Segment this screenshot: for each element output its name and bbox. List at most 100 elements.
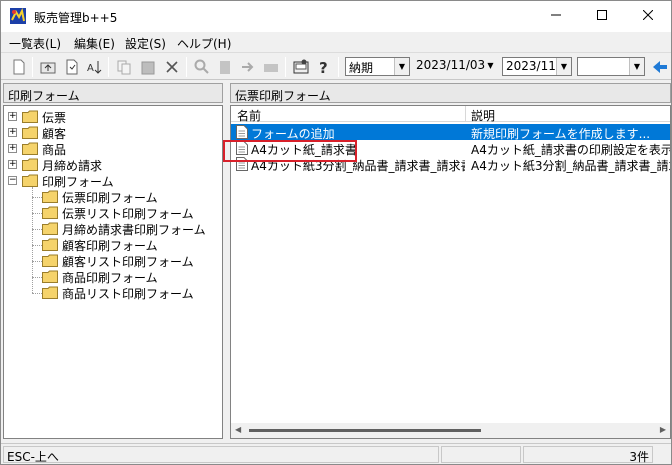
- horizontal-scrollbar[interactable]: ◀ ▶: [231, 423, 670, 438]
- title-bar[interactable]: 販売管理b++5: [1, 1, 671, 32]
- back-arrow-icon[interactable]: [651, 58, 669, 76]
- arrow-right-icon[interactable]: [239, 58, 257, 76]
- toolbar-separator: [186, 57, 187, 77]
- folder-icon: [22, 158, 38, 171]
- left-pane-header: 印刷フォーム: [3, 83, 223, 103]
- minimize-button[interactable]: [533, 1, 579, 32]
- highlight-annotation: [223, 140, 357, 162]
- column-header-description[interactable]: 説明: [471, 107, 495, 124]
- toolbar-separator: [108, 57, 109, 77]
- folder-icon: [42, 286, 58, 299]
- date-field-select[interactable]: 納期 ▼: [345, 57, 410, 76]
- scrollbar-thumb[interactable]: [249, 429, 481, 432]
- folder-up-icon[interactable]: [39, 58, 57, 76]
- close-button[interactable]: [625, 1, 671, 32]
- column-divider[interactable]: [465, 106, 466, 122]
- scroll-left-icon[interactable]: ◀: [235, 425, 241, 434]
- folder-icon: [22, 110, 38, 123]
- menu-settings[interactable]: 設定(S): [125, 35, 166, 52]
- tree-item-label: 印刷フォーム: [42, 175, 114, 189]
- toolbar-separator: [285, 57, 286, 77]
- search-icon[interactable]: [193, 58, 211, 76]
- date-select[interactable]: 2023/11/03 ▼: [413, 57, 498, 76]
- tree-item-label: 顧客: [42, 127, 67, 141]
- right-pane-header: 伝票印刷フォーム: [230, 83, 671, 103]
- status-hint: ESC-上へ: [3, 446, 439, 464]
- tree-connector: [32, 213, 42, 214]
- collapse-icon[interactable]: −: [8, 176, 17, 185]
- print-icon[interactable]: [262, 58, 280, 76]
- tree-item-label: 商品: [42, 143, 67, 157]
- tree-connector: [32, 187, 33, 293]
- menu-help[interactable]: ヘルプ(H): [177, 35, 231, 52]
- paste-icon[interactable]: [139, 58, 157, 76]
- month-value: 2023/11: [506, 59, 556, 73]
- scroll-right-icon[interactable]: ▶: [660, 425, 666, 434]
- list-header: 名前 説明: [231, 106, 670, 124]
- delete-icon[interactable]: [163, 58, 181, 76]
- folder-icon: [42, 254, 58, 267]
- close-icon: [642, 9, 654, 21]
- tree-item-label: 伝票: [42, 111, 67, 125]
- status-count: 3件: [523, 446, 653, 464]
- tree-item-label: 顧客リスト印刷フォーム: [62, 255, 194, 269]
- date-field-value: 納期: [349, 61, 374, 75]
- expand-icon[interactable]: +: [8, 160, 17, 169]
- folder-tree[interactable]: + 伝票 + 顧客 + 商品 + 月締め請求 − 印刷フォーム 伝票印刷フォーム 伝票リスト印刷フォー…: [3, 105, 223, 439]
- toolbar-separator: [338, 57, 339, 77]
- filter-select[interactable]: ▼: [577, 57, 645, 76]
- status-empty: [441, 446, 521, 463]
- expand-icon[interactable]: +: [8, 112, 17, 121]
- svg-text:A: A: [87, 63, 94, 74]
- tree-connector: [32, 277, 42, 278]
- expand-icon[interactable]: +: [8, 144, 17, 153]
- expand-icon[interactable]: +: [8, 128, 17, 137]
- tree-connector: [32, 245, 42, 246]
- chevron-down-icon[interactable]: ▼: [556, 58, 571, 75]
- copy-icon[interactable]: [115, 58, 133, 76]
- tree-connector: [32, 261, 42, 262]
- menu-edit[interactable]: 編集(E): [74, 35, 115, 52]
- add-form-icon: [236, 125, 248, 139]
- sort-icon[interactable]: A: [86, 58, 104, 76]
- form-description: A4カット紙3分割_納品書_請求書_請求書: [471, 159, 671, 173]
- tree-connector: [32, 197, 42, 198]
- list-item[interactable]: フォームの追加 新規印刷フォームを作成します...: [231, 124, 670, 141]
- tree-item-label: 伝票リスト印刷フォーム: [62, 207, 194, 221]
- tree-connector: [32, 293, 42, 294]
- chevron-down-icon[interactable]: ▼: [394, 58, 409, 75]
- status-bar: ESC-上へ 3件: [1, 443, 671, 464]
- document-properties-icon[interactable]: [63, 58, 81, 76]
- page-icon[interactable]: [216, 58, 234, 76]
- svg-text:?: ?: [319, 59, 328, 76]
- tree-connector: [32, 229, 42, 230]
- chevron-down-icon[interactable]: ▼: [483, 57, 498, 74]
- tree-item-label: 商品印刷フォーム: [62, 271, 158, 285]
- folder-icon: [22, 142, 38, 155]
- tree-item-label: 月締め請求書印刷フォーム: [62, 223, 206, 237]
- maximize-button[interactable]: [579, 1, 625, 32]
- folder-icon: [42, 222, 58, 235]
- folder-icon: [42, 238, 58, 251]
- settings-icon[interactable]: [292, 58, 310, 76]
- toolbar: A ? 納期 ▼ 2023/11/03 ▼ 2023/11 ▼ ▼: [1, 52, 671, 80]
- tree-item-label: 商品リスト印刷フォーム: [62, 287, 194, 301]
- date-value: 2023/11/03: [416, 58, 486, 72]
- folder-icon: [42, 206, 58, 219]
- app-window: 販売管理b++5 一覧表(L) 編集(E) 設定(S) ヘルプ(H) A ? 納…: [0, 0, 672, 465]
- folder-open-icon: [42, 190, 58, 203]
- column-header-name[interactable]: 名前: [237, 107, 261, 124]
- chevron-down-icon[interactable]: ▼: [629, 58, 644, 75]
- tree-item-label: 顧客印刷フォーム: [62, 239, 158, 253]
- menu-list[interactable]: 一覧表(L): [9, 35, 61, 52]
- tree-item-label: 伝票印刷フォーム: [62, 191, 158, 205]
- menu-bar: 一覧表(L) 編集(E) 設定(S) ヘルプ(H): [1, 32, 671, 52]
- month-select[interactable]: 2023/11 ▼: [502, 57, 572, 76]
- minimize-icon: [551, 14, 561, 16]
- folder-icon: [22, 126, 38, 139]
- window-title: 販売管理b++5: [34, 11, 118, 25]
- maximize-icon: [597, 10, 607, 20]
- help-icon[interactable]: ?: [315, 58, 333, 76]
- folder-icon: [42, 270, 58, 283]
- new-document-icon[interactable]: [10, 58, 28, 76]
